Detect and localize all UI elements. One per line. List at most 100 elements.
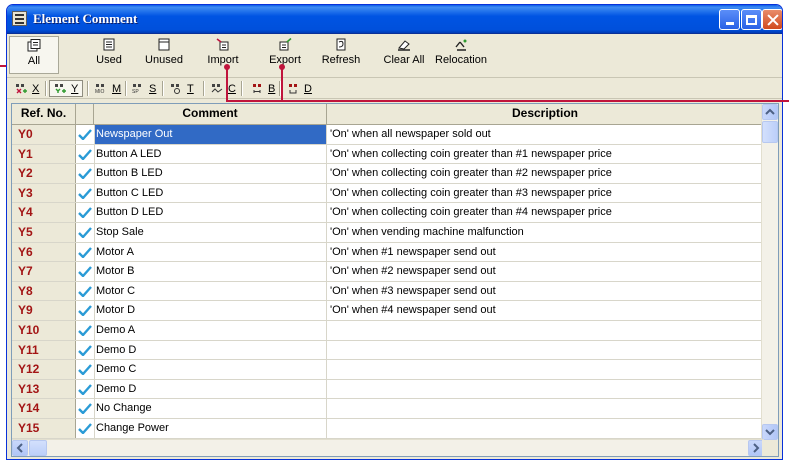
- table-row[interactable]: Y11 Demo D: [12, 340, 764, 361]
- table-row[interactable]: Y14 No Change: [12, 399, 764, 419]
- scroll-down-button[interactable]: [762, 424, 778, 440]
- comment-cell[interactable]: Motor A: [94, 242, 327, 262]
- comment-cell[interactable]: Button B LED: [94, 164, 327, 183]
- check-cell[interactable]: [76, 164, 94, 183]
- filter-d-button[interactable]: D: [287, 80, 312, 97]
- comment-cell[interactable]: Demo A: [94, 320, 327, 340]
- description-cell[interactable]: [327, 399, 764, 418]
- comment-cell[interactable]: No Change: [94, 399, 327, 418]
- description-cell[interactable]: 'On' when #4 newspaper send out: [327, 301, 764, 320]
- comment-cell[interactable]: Button D LED: [94, 203, 327, 222]
- vertical-scroll-thumb[interactable]: [762, 121, 778, 143]
- check-cell[interactable]: [76, 203, 94, 222]
- check-cell[interactable]: [76, 321, 94, 340]
- check-cell[interactable]: [76, 125, 94, 144]
- comment-cell[interactable]: Newspaper Out: [94, 125, 327, 144]
- check-cell[interactable]: [76, 184, 94, 203]
- comment-cell[interactable]: Button A LED: [94, 144, 327, 164]
- description-cell[interactable]: 'On' when vending machine malfunction: [327, 222, 764, 242]
- description-cell[interactable]: [327, 379, 764, 399]
- maximize-button[interactable]: [741, 9, 762, 30]
- check-cell[interactable]: [76, 341, 94, 360]
- table-row[interactable]: Y6 Motor A 'On' when #1 newspaper send out: [12, 242, 764, 263]
- description-cell[interactable]: 'On' when #2 newspaper send out: [327, 262, 764, 281]
- comment-cell[interactable]: Motor B: [94, 262, 327, 281]
- chevron-down-icon: [765, 429, 775, 436]
- table-row[interactable]: Y0 Newspaper Out 'On' when all newspaper s…: [12, 125, 764, 145]
- table-row[interactable]: Y8 Motor C 'On' when #3 newspaper send out: [12, 281, 764, 302]
- used-button[interactable]: Used: [89, 36, 129, 74]
- description-cell[interactable]: 'On' when collecting coin greater than #…: [327, 144, 764, 164]
- comment-cell[interactable]: Change Power: [94, 418, 327, 438]
- comment-cell[interactable]: Demo D: [94, 340, 327, 360]
- check-cell[interactable]: [76, 223, 94, 242]
- check-cell[interactable]: [76, 145, 94, 164]
- comment-cell[interactable]: Demo D: [94, 379, 327, 399]
- check-cell[interactable]: [76, 360, 94, 379]
- column-header-comment[interactable]: Comment: [94, 104, 327, 124]
- description-cell[interactable]: [327, 360, 764, 379]
- filter-m-button[interactable]: MIO M: [95, 80, 121, 97]
- description-cell[interactable]: [327, 418, 764, 438]
- comment-cell[interactable]: Motor C: [94, 281, 327, 301]
- unused-button[interactable]: Unused: [137, 36, 191, 74]
- filter-c-button[interactable]: C: [211, 80, 236, 97]
- table-row[interactable]: Y13 Demo D: [12, 379, 764, 400]
- column-header-check[interactable]: [76, 104, 94, 124]
- table-row[interactable]: Y2 Button B LED 'On' when collecting coin …: [12, 164, 764, 184]
- comment-cell[interactable]: Stop Sale: [94, 222, 327, 242]
- comment-cell[interactable]: Motor D: [94, 301, 327, 320]
- table-row[interactable]: Y10 Demo A: [12, 320, 764, 341]
- column-header-description[interactable]: Description: [327, 104, 764, 124]
- description-cell[interactable]: 'On' when #1 newspaper send out: [327, 242, 764, 262]
- description-cell[interactable]: 'On' when all newspaper sold out: [327, 125, 764, 144]
- scroll-left-button[interactable]: [12, 440, 28, 456]
- eraser-icon: [398, 40, 410, 51]
- description-cell[interactable]: 'On' when collecting coin greater than #…: [327, 164, 764, 183]
- refresh-button[interactable]: Refresh: [317, 36, 365, 74]
- close-button[interactable]: [762, 9, 782, 30]
- horizontal-scrollbar[interactable]: [12, 439, 764, 456]
- all-button[interactable]: All: [9, 36, 59, 74]
- filter-x-button[interactable]: X: [15, 80, 39, 97]
- table-row[interactable]: Y3 Button C LED 'On' when collecting coin …: [12, 183, 764, 204]
- table-row[interactable]: Y9 Motor D 'On' when #4 newspaper send out: [12, 301, 764, 321]
- description-cell[interactable]: [327, 340, 764, 360]
- comment-cell[interactable]: Demo C: [94, 360, 327, 379]
- check-cell[interactable]: [76, 380, 94, 399]
- filter-s-button[interactable]: SP S: [132, 80, 156, 97]
- filter-c-label: C: [228, 82, 236, 95]
- filter-b-button[interactable]: B: [251, 80, 275, 97]
- table-row[interactable]: Y12 Demo C: [12, 360, 764, 380]
- table-row[interactable]: Y15 Change Power: [12, 418, 764, 439]
- description-cell[interactable]: 'On' when collecting coin greater than #…: [327, 183, 764, 203]
- export-button[interactable]: Export: [260, 36, 310, 74]
- check-cell[interactable]: [76, 262, 94, 281]
- title-bar[interactable]: Element Comment: [7, 5, 782, 34]
- comment-cell[interactable]: Button C LED: [94, 183, 327, 203]
- check-cell[interactable]: [76, 399, 94, 418]
- filter-y-button[interactable]: Y: [49, 80, 84, 97]
- description-cell[interactable]: 'On' when #3 newspaper send out: [327, 281, 764, 301]
- table-row[interactable]: Y5 Stop Sale 'On' when vending machine mal…: [12, 222, 764, 243]
- check-cell[interactable]: [76, 282, 94, 301]
- table-row[interactable]: Y4 Button D LED 'On' when collecting coin …: [12, 203, 764, 223]
- relocation-button[interactable]: Relocation: [431, 36, 491, 74]
- table-row[interactable]: Y1 Button A LED 'On' when collecting coin …: [12, 144, 764, 165]
- vertical-scrollbar[interactable]: [761, 104, 778, 440]
- clear-all-button[interactable]: Clear All: [375, 36, 433, 74]
- all-icon: [27, 39, 41, 52]
- check-cell[interactable]: [76, 419, 94, 438]
- column-header-ref[interactable]: Ref. No.: [12, 104, 76, 124]
- filter-t-button[interactable]: T: [170, 80, 194, 97]
- table-row[interactable]: Y7 Motor B 'On' when #2 newspaper send out: [12, 262, 764, 282]
- ref-cell: Y0: [12, 125, 76, 144]
- check-cell[interactable]: [76, 243, 94, 262]
- minimize-button[interactable]: [719, 9, 740, 30]
- description-cell[interactable]: [327, 320, 764, 340]
- import-button[interactable]: Import: [201, 36, 245, 74]
- check-cell[interactable]: [76, 301, 94, 320]
- horizontal-scroll-thumb[interactable]: [29, 440, 47, 456]
- description-cell[interactable]: 'On' when collecting coin greater than #…: [327, 203, 764, 222]
- scroll-up-button[interactable]: [762, 104, 778, 120]
